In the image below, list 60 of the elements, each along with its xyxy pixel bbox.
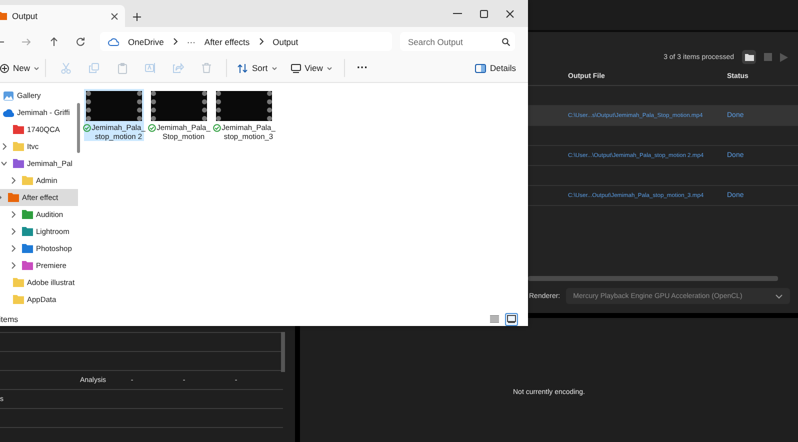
view-mode-button[interactable] [488,312,501,326]
scrollbar[interactable] [77,103,80,153]
chevron-icon[interactable] [10,228,16,235]
chevron-right-icon [258,38,264,45]
folder-icon [744,53,754,61]
chevron-icon[interactable] [1,143,7,150]
trash-icon [202,63,211,73]
list-icon [490,315,499,323]
monitor-icon [290,64,301,72]
rename-icon [144,63,156,73]
view-mode-button[interactable] [505,312,518,326]
scissors-icon [61,62,72,74]
chevron-icon[interactable] [10,262,16,269]
folder-settings-button[interactable] [742,50,756,64]
tiles-icon [507,315,516,323]
refresh-icon [76,37,85,46]
caret-icon [34,66,40,70]
tab[interactable]: Output [0,5,125,27]
cloud-icon [3,108,14,116]
breadcrumb-item[interactable]: After effects [204,36,250,46]
add-tab-icon[interactable] [133,13,141,21]
address-bar[interactable]: OneDrive ··· After effects Output [100,32,392,51]
scrollbar[interactable] [528,276,778,281]
sort-icon [237,64,248,72]
folder-icon [0,12,7,20]
sort-button[interactable]: Sort [237,63,277,73]
chevron-icon[interactable] [10,245,16,252]
caret-icon [326,66,332,70]
chevron-right-icon [172,38,178,45]
close-icon[interactable] [111,12,118,20]
share-icon [172,63,184,73]
scrollbar[interactable] [281,332,285,372]
chevron-icon[interactable] [10,177,16,184]
details-button[interactable]: Details [475,63,516,73]
copy-icon [89,63,100,73]
cloud-icon [108,38,119,46]
close-icon[interactable] [506,10,514,18]
search-icon [502,38,510,46]
image-icon [3,90,14,100]
search-button[interactable] [497,32,515,51]
new-button[interactable]: New [0,63,40,73]
maximize-icon[interactable] [480,10,488,18]
details-pane-icon [475,64,486,72]
chevron-icon[interactable] [10,211,16,218]
more-button[interactable]: ··· [356,62,368,74]
arrow-right-icon [22,38,31,46]
clipboard-icon [118,62,127,74]
plus-circle-icon [0,64,9,72]
caret-icon [272,66,277,70]
video-thumbnail [216,91,272,121]
breadcrumb-item[interactable]: Output [272,36,298,46]
arrow-up-icon [50,37,58,46]
view-button[interactable]: View [290,63,332,73]
chevron-down-icon [775,294,784,298]
chevron-icon[interactable] [1,160,7,167]
more-breadcrumbs-button[interactable]: ··· [186,36,196,46]
video-thumbnail [151,91,207,121]
video-thumbnail [86,91,142,121]
breadcrumb-item[interactable]: OneDrive [128,36,164,46]
search-field[interactable]: Search Output [400,32,497,51]
